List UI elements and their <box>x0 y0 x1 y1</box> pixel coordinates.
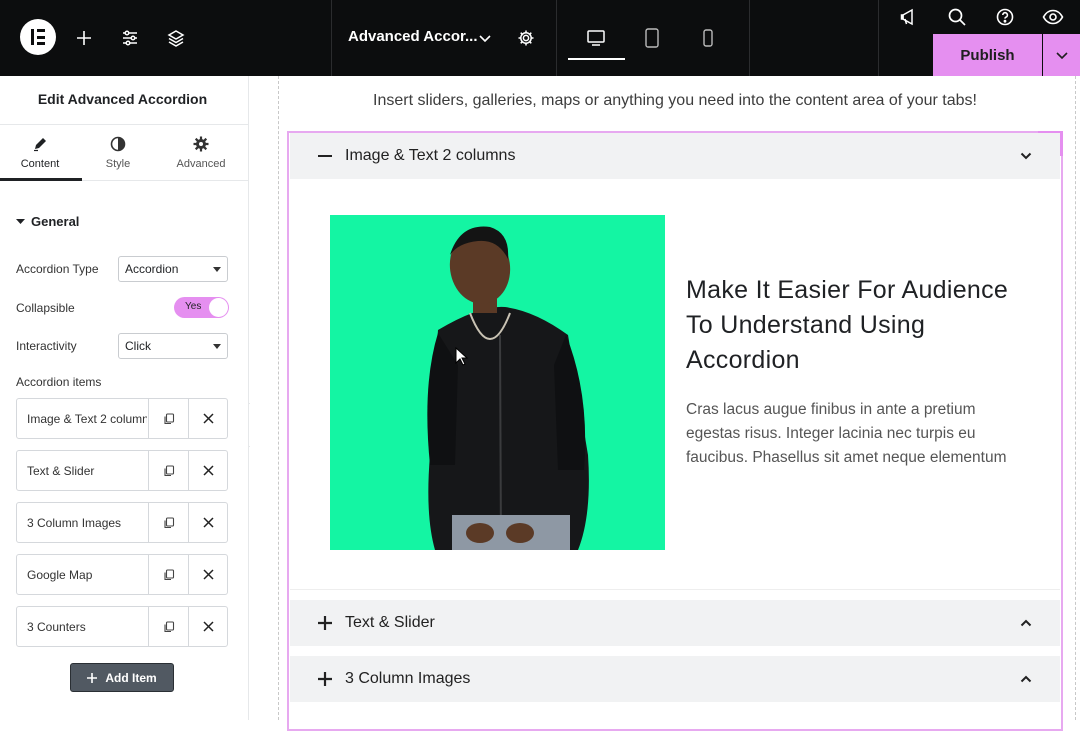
remove-icon[interactable] <box>188 399 228 438</box>
duplicate-icon[interactable] <box>148 451 188 490</box>
repeater-item-label[interactable]: Text & Slider <box>27 464 147 478</box>
add-item-button[interactable]: Add Item <box>70 663 174 692</box>
whats-new-megaphone-icon[interactable] <box>895 3 923 31</box>
collapsible-label: Collapsible <box>16 301 75 315</box>
publish-button[interactable]: Publish <box>933 34 1042 76</box>
duplicate-icon[interactable] <box>148 607 188 646</box>
toggle-value: Yes <box>185 301 202 312</box>
duplicate-icon[interactable] <box>148 399 188 438</box>
repeater-item[interactable]: 3 Column Images <box>16 502 228 543</box>
repeater-item-label[interactable]: 3 Counters <box>27 620 147 634</box>
plus-icon <box>318 672 332 686</box>
separator <box>331 0 332 76</box>
plus-icon <box>87 672 98 683</box>
accordion-header[interactable]: Image & Text 2 columns <box>290 133 1060 179</box>
repeater-item[interactable]: 3 Counters <box>16 606 228 647</box>
divider <box>290 589 1060 590</box>
interactivity-select[interactable]: Click <box>118 333 228 359</box>
repeater-item-label[interactable]: 3 Column Images <box>27 516 147 530</box>
separator <box>878 0 879 76</box>
pencil-icon <box>0 136 80 154</box>
site-settings-sliders-icon[interactable] <box>116 24 144 52</box>
add-item-label: Add Item <box>105 670 157 685</box>
tab-label: Content <box>20 158 60 170</box>
duplicate-icon[interactable] <box>148 503 188 542</box>
structure-layers-icon[interactable] <box>162 24 190 52</box>
section-boundary <box>1075 76 1076 720</box>
tab-label: Advanced <box>176 158 226 170</box>
repeater-item-label[interactable]: Image & Text 2 columns <box>27 412 147 426</box>
mouse-cursor-icon <box>455 347 469 366</box>
intro-text: Insert sliders, galleries, maps or anyth… <box>373 92 977 109</box>
document-title[interactable]: Advanced Accor... <box>348 28 478 45</box>
chevron-down-icon[interactable] <box>471 24 499 52</box>
publish-options-chevron-icon[interactable] <box>1043 34 1080 76</box>
half-circle-icon <box>78 136 158 154</box>
accordion-title: Image & Text 2 columns <box>345 147 516 164</box>
section-general[interactable]: General <box>16 214 79 229</box>
repeater-item[interactable]: Image & Text 2 columns <box>16 398 228 439</box>
panel-title: Edit Advanced Accordion <box>37 91 208 107</box>
accordion-type-label: Accordion Type <box>16 262 99 276</box>
plus-icon <box>318 616 332 630</box>
tab-style[interactable]: Style <box>78 136 158 170</box>
desktop-view-icon[interactable] <box>582 24 610 52</box>
elementor-logo-icon[interactable] <box>20 19 56 55</box>
active-device-indicator <box>568 58 625 60</box>
tab-label: Style <box>105 158 131 170</box>
repeater-item-label[interactable]: Google Map <box>27 568 147 582</box>
content-paragraph: Cras lacus augue finibus in ante a preti… <box>686 401 1007 466</box>
caret-down-icon <box>213 267 221 272</box>
accordion-title: Text & Slider <box>345 614 435 631</box>
tab-advanced[interactable]: Advanced <box>161 136 241 170</box>
select-value: Accordion <box>125 262 179 276</box>
repeater-item[interactable]: Google Map <box>16 554 228 595</box>
search-icon[interactable] <box>943 3 971 31</box>
chevron-up-icon <box>1020 675 1032 683</box>
remove-icon[interactable] <box>188 451 228 490</box>
tab-content[interactable]: Content <box>0 136 80 170</box>
collapsible-toggle[interactable]: Yes <box>174 297 229 318</box>
chevron-up-icon <box>1020 619 1032 627</box>
toggle-knob <box>209 298 228 317</box>
separator <box>556 0 557 76</box>
repeater-item[interactable]: Text & Slider <box>16 450 228 491</box>
accordion-header[interactable]: 3 Column Images <box>290 656 1060 702</box>
page-settings-gear-icon[interactable] <box>512 24 540 52</box>
add-element-icon[interactable] <box>70 24 98 52</box>
caret-down-icon <box>213 344 221 349</box>
divider <box>0 124 249 125</box>
interactivity-label: Interactivity <box>16 339 77 353</box>
accordion-header[interactable]: Text & Slider <box>290 600 1060 646</box>
active-tab-indicator <box>0 178 82 181</box>
top-bar: Advanced Accor... Publish <box>0 0 1080 76</box>
preview-eye-icon[interactable] <box>1039 3 1067 31</box>
select-value: Click <box>125 339 151 353</box>
content-headline: Make It Easier For Audience To Understan… <box>686 276 1009 374</box>
tablet-view-icon[interactable] <box>638 24 666 52</box>
gear-icon <box>161 136 241 154</box>
accordion-type-select[interactable]: Accordion <box>118 256 228 282</box>
help-icon[interactable] <box>991 3 1019 31</box>
remove-icon[interactable] <box>188 607 228 646</box>
minus-icon <box>318 155 332 157</box>
duplicate-icon[interactable] <box>148 555 188 594</box>
editor-panel: Edit Advanced Accordion Content Style Ad… <box>0 76 249 720</box>
chevron-down-icon <box>1020 152 1032 160</box>
remove-icon[interactable] <box>188 555 228 594</box>
caret-down-icon <box>16 219 25 224</box>
person-photo <box>330 215 665 550</box>
mobile-view-icon[interactable] <box>694 24 722 52</box>
accordion-items-label: Accordion items <box>16 375 102 389</box>
remove-icon[interactable] <box>188 503 228 542</box>
section-boundary <box>278 76 279 720</box>
section-title: General <box>31 214 80 229</box>
accordion-title: 3 Column Images <box>345 670 471 687</box>
separator <box>749 0 750 76</box>
